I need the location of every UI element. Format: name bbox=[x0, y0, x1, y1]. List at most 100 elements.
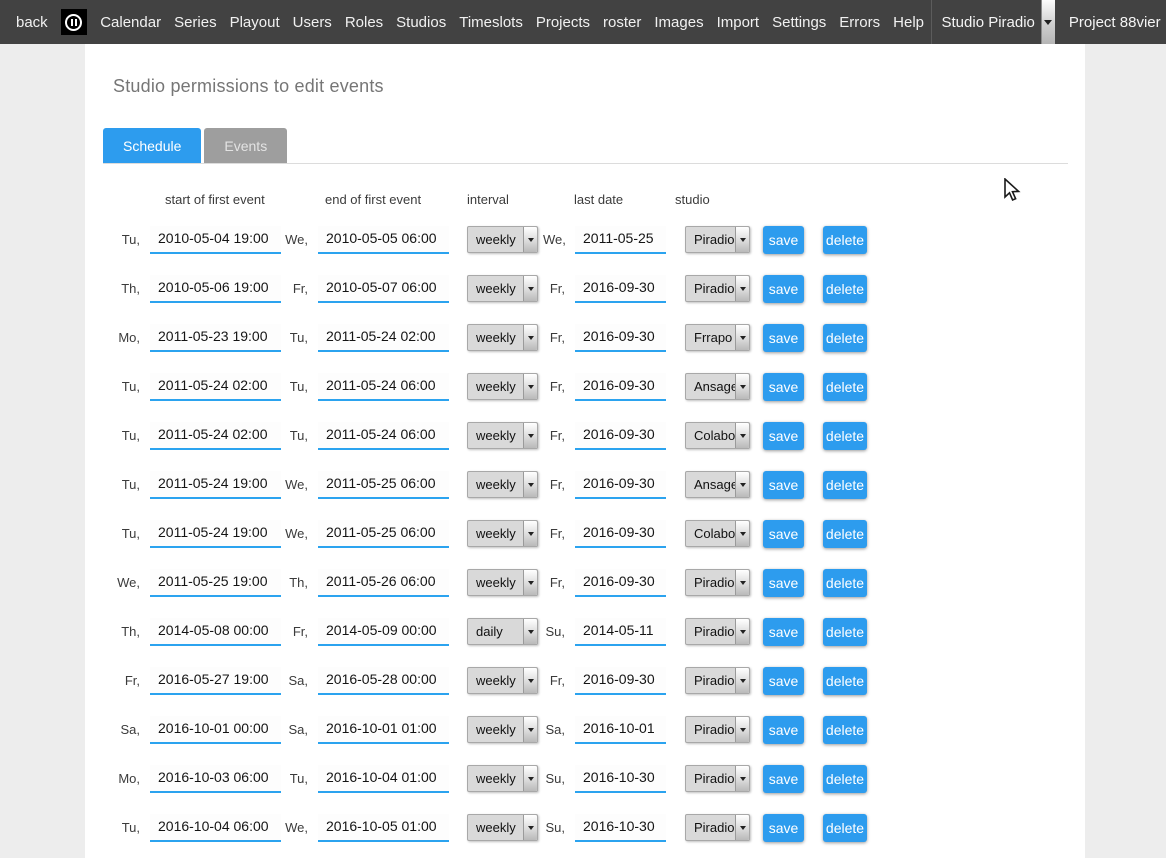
chevron-down-icon[interactable] bbox=[735, 227, 749, 252]
nav-item[interactable]: Calendar bbox=[100, 14, 161, 31]
nav-item[interactable]: Images bbox=[654, 14, 703, 31]
start-datetime-input[interactable] bbox=[150, 275, 281, 303]
chevron-down-icon[interactable] bbox=[523, 325, 537, 350]
chevron-down-icon[interactable] bbox=[735, 521, 749, 546]
interval-select[interactable]: weekly bbox=[467, 569, 538, 596]
studio-row-select[interactable]: Piradio bbox=[685, 765, 750, 792]
save-button[interactable]: save bbox=[763, 226, 804, 254]
studio-row-select[interactable]: Piradio bbox=[685, 814, 750, 841]
nav-item[interactable]: Series bbox=[174, 14, 217, 31]
delete-button[interactable]: delete bbox=[823, 422, 867, 450]
interval-select[interactable]: weekly bbox=[467, 716, 538, 743]
delete-button[interactable]: delete bbox=[823, 226, 867, 254]
end-datetime-input[interactable] bbox=[318, 373, 449, 401]
start-datetime-input[interactable] bbox=[150, 520, 281, 548]
interval-select[interactable]: weekly bbox=[467, 373, 538, 400]
save-button[interactable]: save bbox=[763, 275, 804, 303]
chevron-down-icon[interactable] bbox=[523, 374, 537, 399]
save-button[interactable]: save bbox=[763, 520, 804, 548]
chevron-down-icon[interactable] bbox=[735, 325, 749, 350]
delete-button[interactable]: delete bbox=[823, 667, 867, 695]
last-date-input[interactable] bbox=[575, 814, 666, 842]
nav-item[interactable]: Timeslots bbox=[459, 14, 523, 31]
end-datetime-input[interactable] bbox=[318, 520, 449, 548]
tab-events[interactable]: Events bbox=[204, 128, 287, 164]
save-button[interactable]: save bbox=[763, 324, 804, 352]
last-date-input[interactable] bbox=[575, 520, 666, 548]
last-date-input[interactable] bbox=[575, 226, 666, 254]
nav-item[interactable]: Import bbox=[717, 14, 760, 31]
chevron-down-icon[interactable] bbox=[523, 668, 537, 693]
chevron-down-icon[interactable] bbox=[735, 374, 749, 399]
delete-button[interactable]: delete bbox=[823, 716, 867, 744]
studio-row-select[interactable]: Piradio bbox=[685, 569, 750, 596]
nav-item[interactable]: Errors bbox=[839, 14, 880, 31]
chevron-down-icon[interactable] bbox=[523, 815, 537, 840]
chevron-down-icon[interactable] bbox=[523, 227, 537, 252]
end-datetime-input[interactable] bbox=[318, 275, 449, 303]
last-date-input[interactable] bbox=[575, 569, 666, 597]
last-date-input[interactable] bbox=[575, 716, 666, 744]
interval-select[interactable]: weekly bbox=[467, 226, 538, 253]
nav-item[interactable]: roster bbox=[603, 14, 641, 31]
end-datetime-input[interactable] bbox=[318, 324, 449, 352]
chevron-down-icon[interactable] bbox=[735, 276, 749, 301]
back-link[interactable]: back bbox=[16, 14, 48, 31]
studio-select[interactable]: Studio Piradio bbox=[936, 0, 1055, 44]
chevron-down-icon[interactable] bbox=[1041, 0, 1055, 44]
nav-item[interactable]: Roles bbox=[345, 14, 383, 31]
delete-button[interactable]: delete bbox=[823, 814, 867, 842]
chevron-down-icon[interactable] bbox=[735, 472, 749, 497]
studio-row-select[interactable]: Piradio bbox=[685, 618, 750, 645]
studio-row-select[interactable]: Ansage bbox=[685, 373, 750, 400]
save-button[interactable]: save bbox=[763, 373, 804, 401]
start-datetime-input[interactable] bbox=[150, 226, 281, 254]
delete-button[interactable]: delete bbox=[823, 765, 867, 793]
interval-select[interactable]: weekly bbox=[467, 814, 538, 841]
nav-item[interactable]: Projects bbox=[536, 14, 590, 31]
chevron-down-icon[interactable] bbox=[735, 766, 749, 791]
last-date-input[interactable] bbox=[575, 667, 666, 695]
end-datetime-input[interactable] bbox=[318, 471, 449, 499]
chevron-down-icon[interactable] bbox=[523, 766, 537, 791]
end-datetime-input[interactable] bbox=[318, 569, 449, 597]
nav-item[interactable]: Studios bbox=[396, 14, 446, 31]
chevron-down-icon[interactable] bbox=[523, 423, 537, 448]
studio-row-select[interactable]: Piradio bbox=[685, 275, 750, 302]
delete-button[interactable]: delete bbox=[823, 618, 867, 646]
start-datetime-input[interactable] bbox=[150, 324, 281, 352]
chevron-down-icon[interactable] bbox=[523, 276, 537, 301]
end-datetime-input[interactable] bbox=[318, 422, 449, 450]
interval-select[interactable]: weekly bbox=[467, 765, 538, 792]
delete-button[interactable]: delete bbox=[823, 324, 867, 352]
chevron-down-icon[interactable] bbox=[523, 619, 537, 644]
chevron-down-icon[interactable] bbox=[735, 717, 749, 742]
interval-select[interactable]: weekly bbox=[467, 422, 538, 449]
last-date-input[interactable] bbox=[575, 765, 666, 793]
last-date-input[interactable] bbox=[575, 373, 666, 401]
nav-item[interactable]: Settings bbox=[772, 14, 826, 31]
end-datetime-input[interactable] bbox=[318, 716, 449, 744]
project-select[interactable]: Project 88vier bbox=[1063, 0, 1166, 44]
chevron-down-icon[interactable] bbox=[735, 668, 749, 693]
studio-row-select[interactable]: Piradio bbox=[685, 667, 750, 694]
chevron-down-icon[interactable] bbox=[735, 815, 749, 840]
start-datetime-input[interactable] bbox=[150, 618, 281, 646]
delete-button[interactable]: delete bbox=[823, 471, 867, 499]
start-datetime-input[interactable] bbox=[150, 373, 281, 401]
end-datetime-input[interactable] bbox=[318, 226, 449, 254]
save-button[interactable]: save bbox=[763, 716, 804, 744]
interval-select[interactable]: weekly bbox=[467, 275, 538, 302]
chevron-down-icon[interactable] bbox=[523, 570, 537, 595]
end-datetime-input[interactable] bbox=[318, 765, 449, 793]
save-button[interactable]: save bbox=[763, 667, 804, 695]
chevron-down-icon[interactable] bbox=[735, 619, 749, 644]
last-date-input[interactable] bbox=[575, 422, 666, 450]
tab-schedule[interactable]: Schedule bbox=[103, 128, 201, 164]
chevron-down-icon[interactable] bbox=[523, 472, 537, 497]
studio-row-select[interactable]: Frrapo bbox=[685, 324, 750, 351]
save-button[interactable]: save bbox=[763, 618, 804, 646]
delete-button[interactable]: delete bbox=[823, 520, 867, 548]
save-button[interactable]: save bbox=[763, 569, 804, 597]
studio-row-select[interactable]: Piradio bbox=[685, 226, 750, 253]
